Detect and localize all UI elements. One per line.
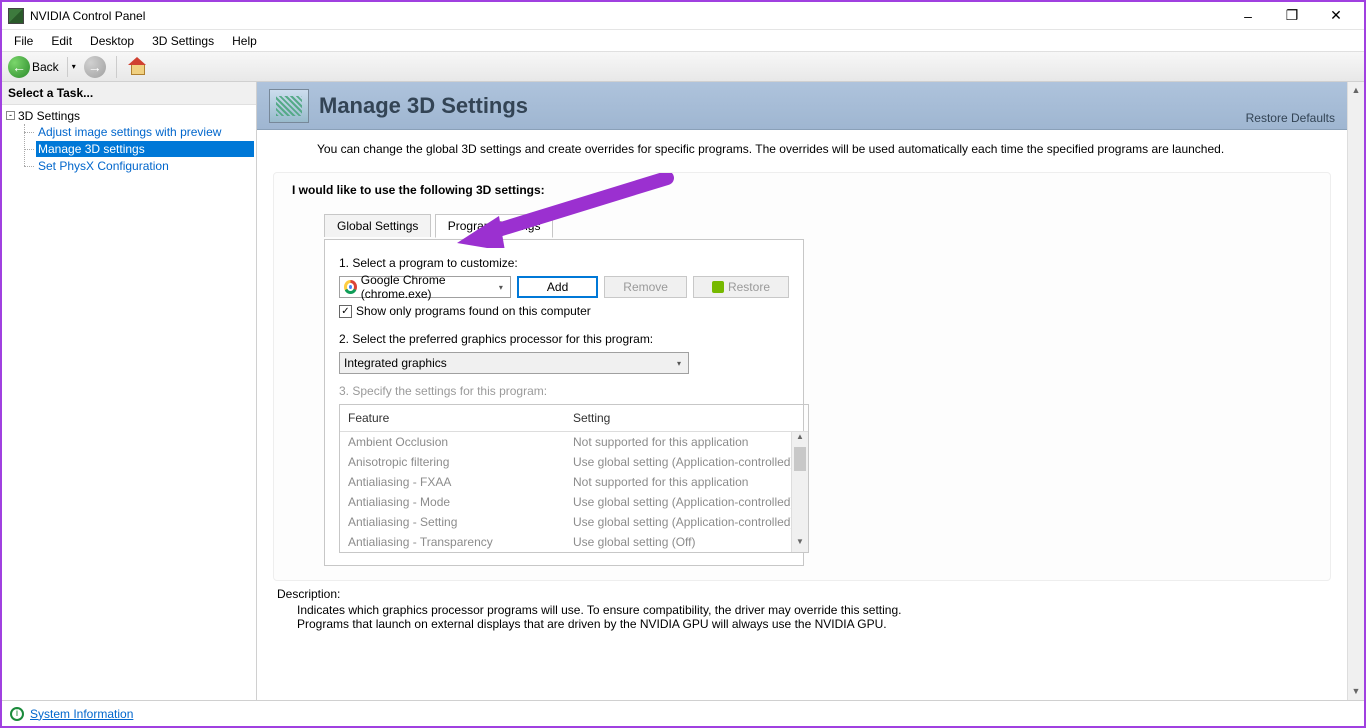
info-icon: i [10,707,24,721]
tree-collapse-icon[interactable]: - [6,111,15,120]
tab-program-settings[interactable]: Program Settings [435,214,554,238]
main-panel: Manage 3D Settings Restore Defaults You … [257,82,1364,700]
step3-label: 3. Specify the settings for this program… [339,384,789,398]
tree-item-adjust-image[interactable]: Adjust image settings with preview [36,124,254,140]
chevron-down-icon: ▾ [492,277,510,297]
restore-button-label: Restore [728,280,770,294]
step2-label: 2. Select the preferred graphics process… [339,332,789,346]
table-row[interactable]: Anisotropic filtering Use global setting… [340,452,808,472]
menu-edit[interactable]: Edit [43,32,80,50]
description-line2: Programs that launch on external display… [297,617,1327,631]
tree-item-physx[interactable]: Set PhysX Configuration [36,158,254,174]
tabstrip: Global Settings Program Settings [324,213,1312,239]
app-icon [8,8,24,24]
tab-panel-program-settings: 1. Select a program to customize: Google… [324,239,804,566]
gpu-select[interactable]: Integrated graphics ▾ [339,352,689,374]
settings-table: Feature Setting Ambient Occlusion Not su… [339,404,809,553]
table-row[interactable]: Ambient Occlusion Not supported for this… [340,432,808,452]
back-history-dropdown[interactable]: ▾ [67,57,80,77]
tree-item-manage-3d[interactable]: Manage 3D settings [36,141,254,157]
home-icon[interactable] [127,57,147,77]
toolbar-separator [116,56,117,78]
scroll-thumb[interactable] [794,447,806,471]
maximize-button[interactable]: ❐ [1270,2,1314,30]
scroll-up-icon[interactable]: ▲ [792,432,808,447]
titlebar: NVIDIA Control Panel – ❐ ✕ [2,2,1364,30]
system-information-link[interactable]: System Information [30,707,133,721]
forward-button[interactable]: → [84,56,106,78]
show-only-found-checkbox[interactable]: ✓ [339,305,352,318]
menubar: File Edit Desktop 3D Settings Help [2,30,1364,52]
select-task-header: Select a Task... [2,82,256,105]
task-tree: - 3D Settings Adjust image settings with… [2,105,256,700]
description-line1: Indicates which graphics processor progr… [297,603,1327,617]
page-title: Manage 3D Settings [319,93,1246,119]
add-button[interactable]: Add [517,276,598,298]
table-scrollbar[interactable]: ▲ ▼ [791,432,808,552]
back-button[interactable]: ← Back [8,56,63,78]
toolbar: ← Back ▾ → [2,52,1364,82]
window-title: NVIDIA Control Panel [30,9,145,23]
column-setting[interactable]: Setting [565,405,808,431]
table-row[interactable]: Antialiasing - Setting Use global settin… [340,512,808,532]
description-title: Description: [277,587,1327,601]
statusbar: i System Information [2,700,1364,726]
scroll-down-icon[interactable]: ▼ [1348,683,1364,700]
show-only-found-label: Show only programs found on this compute… [356,304,591,318]
chrome-icon [344,280,357,294]
table-row[interactable]: Antialiasing - Transparency Use global s… [340,532,808,552]
settings-card: I would like to use the following 3D set… [273,172,1331,581]
main-scrollbar[interactable]: ▲ ▼ [1347,82,1364,700]
menu-desktop[interactable]: Desktop [82,32,142,50]
column-feature[interactable]: Feature [340,405,565,431]
program-select[interactable]: Google Chrome (chrome.exe) ▾ [339,276,511,298]
settings-table-body: Ambient Occlusion Not supported for this… [340,432,808,552]
restore-defaults-link[interactable]: Restore Defaults [1246,111,1335,129]
remove-button: Remove [604,276,687,298]
gpu-select-value: Integrated graphics [344,356,447,370]
sidebar: Select a Task... - 3D Settings Adjust im… [2,82,257,700]
menu-file[interactable]: File [6,32,41,50]
intro-text: You can change the global 3D settings an… [257,130,1347,160]
scroll-down-icon[interactable]: ▼ [792,537,808,552]
table-row[interactable]: Antialiasing - Mode Use global setting (… [340,492,808,512]
restore-button: Restore [693,276,789,298]
nvidia-icon [712,281,724,293]
close-button[interactable]: ✕ [1314,2,1358,30]
chevron-down-icon: ▾ [670,353,688,373]
tree-root-3d-settings[interactable]: 3D Settings [18,109,80,123]
program-select-value: Google Chrome (chrome.exe) [361,273,506,301]
card-title: I would like to use the following 3D set… [292,183,1312,197]
menu-help[interactable]: Help [224,32,265,50]
tab-global-settings[interactable]: Global Settings [324,214,431,237]
step1-label: 1. Select a program to customize: [339,256,789,270]
table-row[interactable]: Antialiasing - FXAA Not supported for th… [340,472,808,492]
scroll-up-icon[interactable]: ▲ [1348,82,1364,99]
description-block: Description: Indicates which graphics pr… [277,587,1327,631]
page-header: Manage 3D Settings Restore Defaults [257,82,1347,130]
back-label: Back [32,60,59,74]
page-header-icon [269,89,309,123]
menu-3d-settings[interactable]: 3D Settings [144,32,222,50]
minimize-button[interactable]: – [1226,2,1270,30]
